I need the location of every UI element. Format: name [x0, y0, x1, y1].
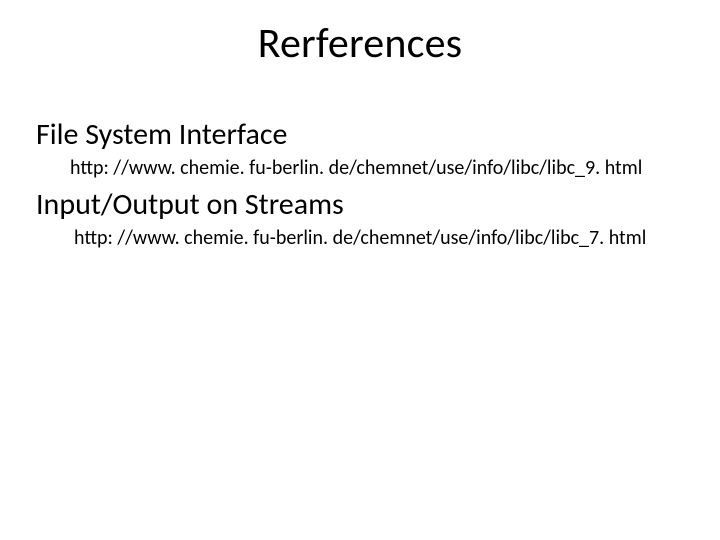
slide: Rerferences File System Interface http: … [0, 0, 720, 540]
reference-url-1: http: //www. chemie. fu-berlin. de/chemn… [70, 156, 642, 180]
reference-url-2: http: //www. chemie. fu-berlin. de/chemn… [74, 226, 646, 250]
slide-title: Rerferences [0, 18, 720, 69]
section-heading-input-output-streams: Input/Output on Streams [36, 188, 344, 221]
section-heading-file-system-interface: File System Interface [36, 118, 287, 151]
